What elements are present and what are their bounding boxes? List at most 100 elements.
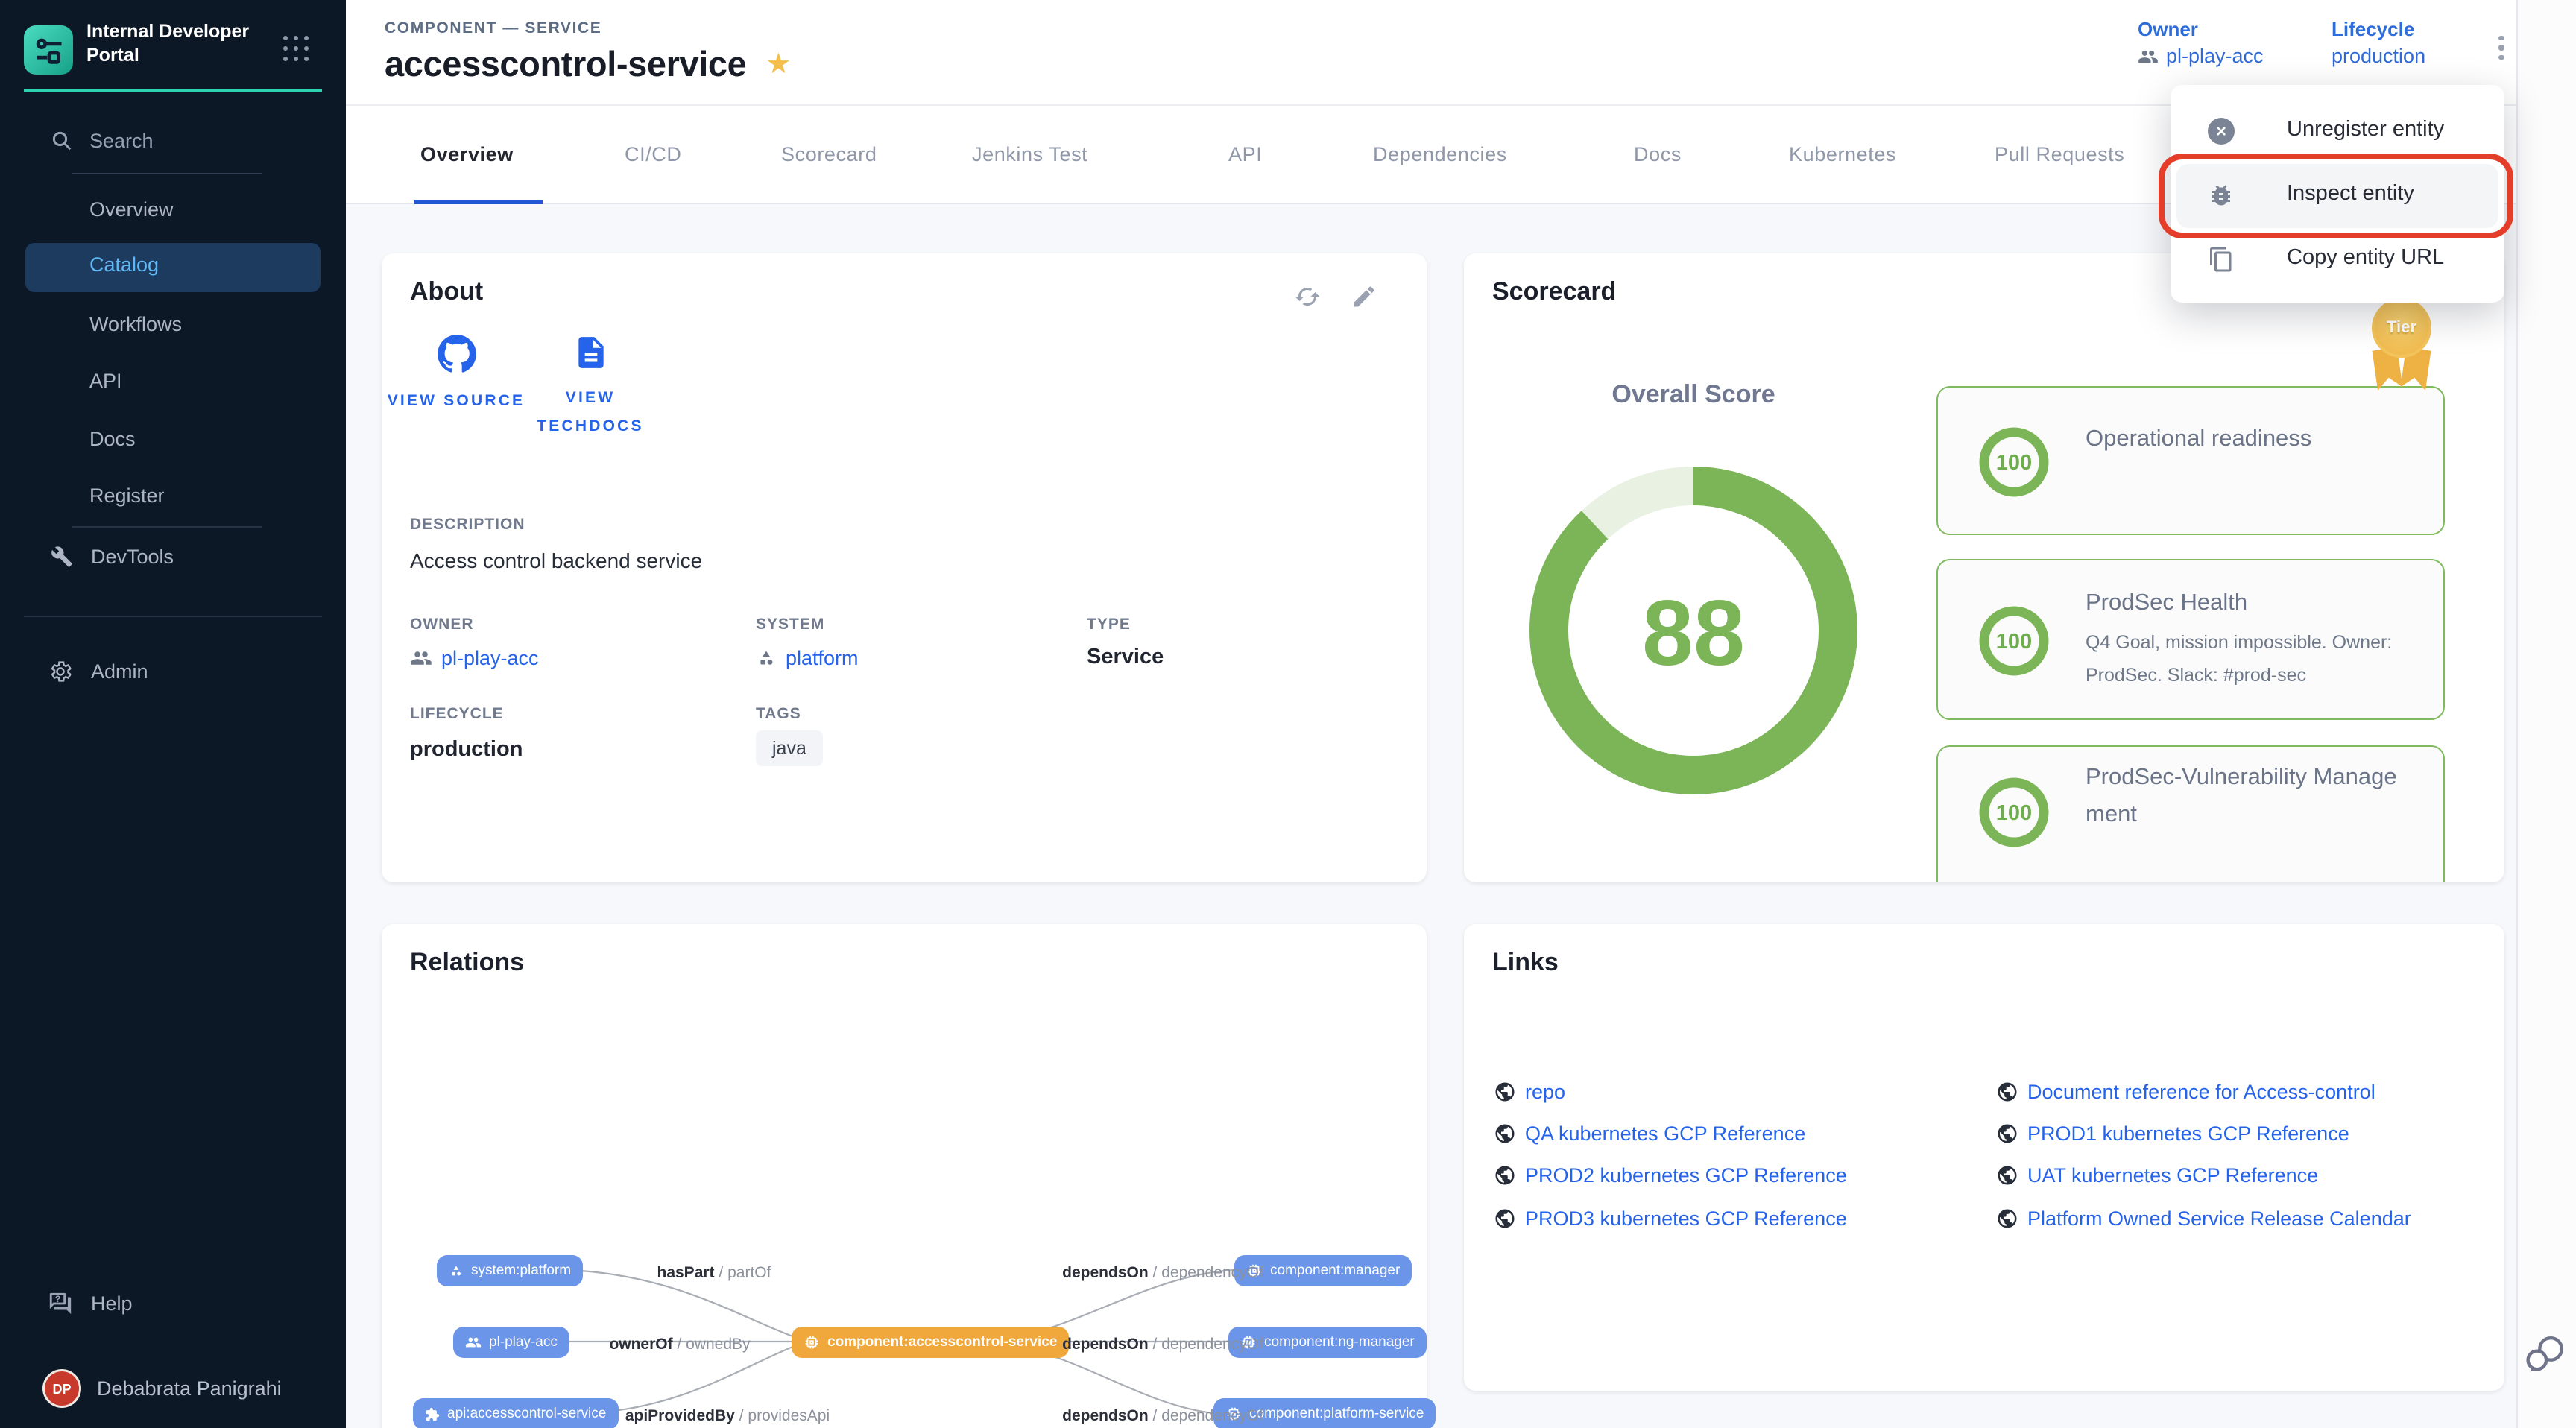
tab-kubernetes[interactable]: Kubernetes [1789, 143, 1896, 165]
link-uat-kubernetes[interactable]: UAT kubernetes GCP Reference [1996, 1164, 2318, 1187]
sidebar-divider [72, 526, 262, 528]
relations-card: Relations system:platform pl-play-acc [382, 924, 1427, 1428]
scorecard-card: Scorecard Overall Score 88 100 Operation… [1464, 253, 2504, 882]
check-subtitle: Q4 Goal, mission impossible. Owner: Prod… [2086, 626, 2436, 692]
sidebar-item-label: Help [91, 1292, 133, 1315]
help-chat-icon: ? [48, 1291, 73, 1316]
active-tab-indicator [414, 200, 543, 204]
view-techdocs-link[interactable]: VIEW TECHDOCS [519, 334, 662, 441]
description-value: Access control backend service [410, 549, 702, 572]
globe-icon [1996, 1122, 2018, 1145]
sidebar-item-label: Catalog [89, 253, 159, 276]
edge-label: hasPart / partOf [580, 1264, 848, 1282]
entity-menu-button[interactable] [2490, 25, 2513, 70]
sidebar-accent-divider [24, 89, 322, 92]
app-logo[interactable] [24, 25, 73, 75]
avatar: DP [45, 1371, 79, 1406]
tab-cicd[interactable]: CI/CD [625, 143, 682, 165]
check-title: ProdSec Health [2086, 584, 2428, 622]
tag-chip[interactable]: java [756, 730, 823, 766]
owner-field-link[interactable]: pl-play-acc [410, 647, 539, 669]
globe-icon [1494, 1081, 1516, 1103]
apps-grid-icon[interactable] [283, 36, 310, 63]
link-prod2-kubernetes[interactable]: PROD2 kubernetes GCP Reference [1494, 1164, 1847, 1187]
system-icon [756, 648, 777, 669]
system-icon [449, 1263, 464, 1278]
description-label: DESCRIPTION [410, 516, 525, 534]
page-title: accesscontrol-service [385, 45, 746, 85]
sidebar-item-register[interactable]: Register [89, 481, 165, 511]
sidebar-item-admin[interactable]: Admin [48, 659, 148, 684]
tab-overview[interactable]: Overview [420, 143, 514, 165]
user-name: Debabrata Panigrahi [97, 1377, 282, 1400]
portal-logo-icon [32, 34, 65, 66]
people-icon [465, 1334, 482, 1350]
sidebar: Internal Developer Portal Search Overvie… [0, 0, 346, 1428]
check-title: Operational readiness [2086, 420, 2428, 458]
techdocs-icon [572, 334, 609, 371]
tab-scorecard[interactable]: Scorecard [781, 143, 877, 165]
sidebar-item-catalog[interactable]: Catalog [25, 243, 321, 292]
globe-icon [1494, 1122, 1516, 1145]
owner-link[interactable]: pl-play-acc [2138, 42, 2264, 70]
system-field-link[interactable]: platform [756, 647, 859, 669]
scorecard-title: Scorecard [1492, 277, 1616, 307]
scrollbar-gutter[interactable] [2516, 0, 2576, 1428]
sidebar-item-overview[interactable]: Overview [89, 195, 174, 225]
scorecard-check-row[interactable]: 100 ProdSec Health Q4 Goal, mission impo… [1936, 559, 2445, 720]
sidebar-divider [24, 616, 322, 617]
sidebar-user[interactable]: DP Debabrata Panigrahi [45, 1371, 282, 1406]
tab-pull-requests[interactable]: Pull Requests [1995, 143, 2124, 165]
sidebar-item-workflows[interactable]: Workflows [89, 310, 182, 340]
edge-label: dependsOn / dependencyOf [1029, 1407, 1297, 1425]
tier-badge-label: Tier [2372, 298, 2431, 358]
app-title: Internal Developer Portal [86, 21, 274, 67]
relation-node-system-platform[interactable]: system:platform [437, 1255, 583, 1286]
sidebar-item-docs[interactable]: Docs [89, 425, 136, 455]
scorecard-check-row[interactable]: 100 ProdSec-Vulnerability Management [1936, 745, 2445, 882]
globe-icon [1996, 1164, 2018, 1187]
sidebar-search[interactable]: Search [51, 130, 154, 152]
check-score-ring: 100 [1975, 774, 2053, 851]
edge-label: ownerOf / ownedBy [546, 1336, 814, 1353]
relation-node-api-accesscontrol[interactable]: api:accesscontrol-service [413, 1398, 618, 1428]
overall-score-donut: 88 [1515, 452, 1872, 809]
owner-field-label: OWNER [410, 616, 474, 634]
owner-block: Owner pl-play-acc [2138, 16, 2264, 70]
sidebar-item-label: Admin [91, 660, 148, 683]
sidebar-item-devtools[interactable]: DevTools [51, 546, 174, 568]
tab-docs[interactable]: Docs [1634, 143, 1682, 165]
link-document-reference[interactable]: Document reference for Access-control [1996, 1081, 2375, 1103]
edit-pencil-icon[interactable] [1351, 283, 1377, 310]
view-source-link[interactable]: VIEW SOURCE [385, 334, 528, 416]
wrench-icon [51, 546, 73, 568]
check-title: ProdSec-Vulnerability Management [2086, 759, 2411, 833]
lifecycle-value: production [2332, 42, 2425, 70]
tab-api[interactable]: API [1228, 143, 1262, 165]
lifecycle-field-value: production [410, 738, 523, 762]
sidebar-item-api[interactable]: API [89, 367, 122, 397]
link-qa-kubernetes[interactable]: QA kubernetes GCP Reference [1494, 1122, 1805, 1145]
tab-dependencies[interactable]: Dependencies [1373, 143, 1507, 165]
globe-icon [1494, 1164, 1516, 1187]
scorecard-check-row[interactable]: 100 Operational readiness [1936, 386, 2445, 535]
link-prod1-kubernetes[interactable]: PROD1 kubernetes GCP Reference [1996, 1122, 2349, 1145]
copy-icon [2208, 246, 2236, 274]
refresh-icon[interactable] [1294, 283, 1321, 310]
svg-text:?: ? [55, 1294, 60, 1304]
svg-text:100: 100 [1996, 451, 2032, 475]
link-prod3-kubernetes[interactable]: PROD3 kubernetes GCP Reference [1494, 1207, 1847, 1230]
overall-score-label: Overall Score [1544, 380, 1843, 410]
tab-jenkins-test[interactable]: Jenkins Test [972, 143, 1087, 165]
about-title: About [410, 277, 483, 307]
link-repo[interactable]: repo [1494, 1081, 1565, 1103]
chat-widget-icon[interactable] [2522, 1333, 2567, 1377]
edge-label: apiProvidedBy / providesApi [593, 1407, 862, 1425]
github-icon [436, 334, 476, 374]
about-card: About VIEW SOURCE VIEW TECHDOCS DESCRIPT… [382, 253, 1427, 882]
links-card: Links repo QA kubernetes GCP Reference P… [1464, 924, 2504, 1391]
sidebar-item-help[interactable]: ? Help [48, 1291, 133, 1316]
favorite-star-icon[interactable]: ★ [765, 48, 791, 82]
relation-node-component-accesscontrol[interactable]: component:accesscontrol-service [792, 1327, 1069, 1358]
link-release-calendar[interactable]: Platform Owned Service Release Calendar [1996, 1207, 2411, 1230]
